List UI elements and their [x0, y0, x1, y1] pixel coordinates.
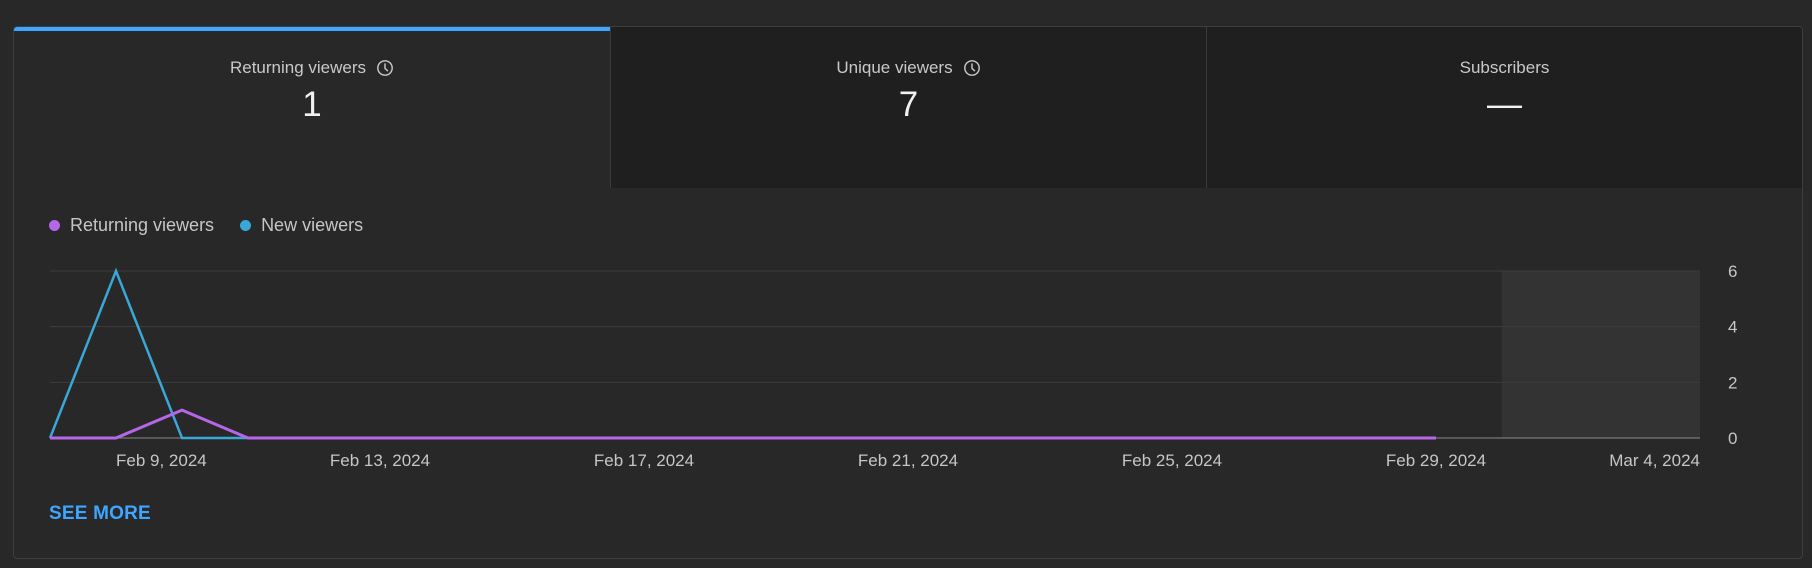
series-line-new-viewers	[48, 267, 1436, 440]
y-tick-label: 4	[1728, 318, 1737, 337]
x-tick-label: Feb 29, 2024	[1386, 451, 1486, 470]
shaded-region	[1502, 271, 1700, 438]
y-tick-label: 6	[1728, 262, 1737, 281]
line-chart: 0 2 4 6 Feb 9, 2024 Feb 13, 2024 Feb 17, 2024 F…	[48, 262, 1737, 470]
audience-card: Returning viewers 1 Unique viewers 7 Sub…	[13, 26, 1803, 559]
x-tick-label: Feb 21, 2024	[858, 451, 958, 470]
x-tick-label: Feb 13, 2024	[330, 451, 430, 470]
x-tick-label: Mar 4, 2024	[1609, 451, 1700, 470]
x-tick-label: Feb 17, 2024	[594, 451, 694, 470]
x-tick-label: Feb 9, 2024	[116, 451, 207, 470]
y-tick-label: 2	[1728, 373, 1737, 392]
series-line-returning-viewers	[50, 408, 1436, 440]
x-tick-label: Feb 25, 2024	[1122, 451, 1222, 470]
see-more-link[interactable]: SEE MORE	[49, 503, 151, 525]
y-tick-label: 0	[1728, 429, 1737, 448]
